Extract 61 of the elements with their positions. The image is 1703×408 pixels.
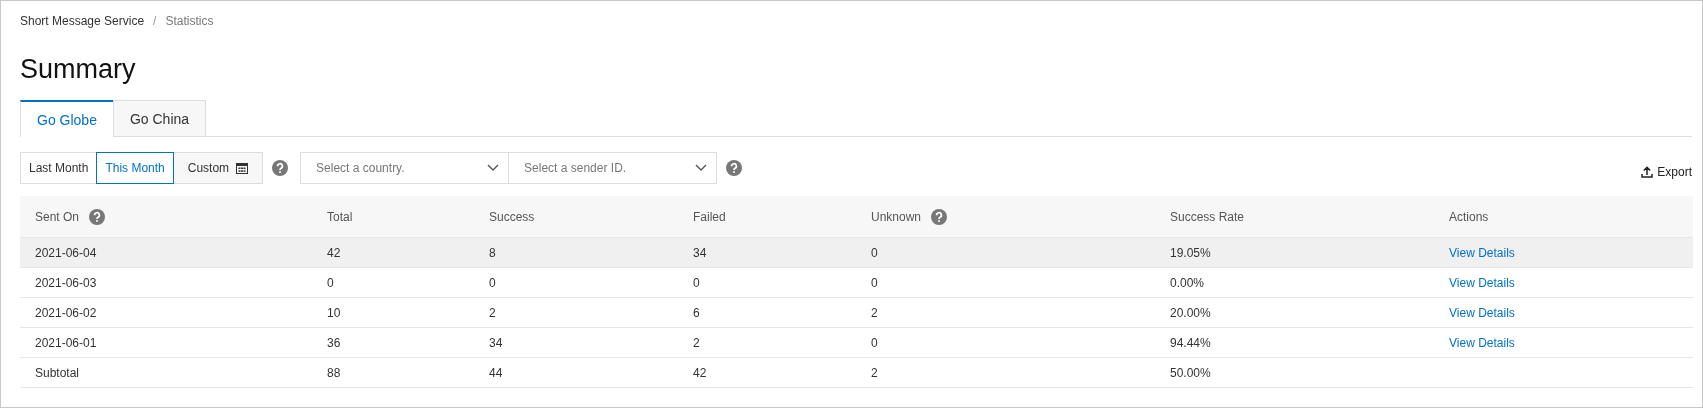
view-details-link[interactable]: View Details [1449,245,1515,260]
period-button[interactable]: Custom [172,152,264,184]
column-header: Total [327,209,353,224]
table-cell: 2021-06-03 [35,275,97,290]
table-cell: 19.05% [1170,245,1211,260]
export-button[interactable]: Export [1641,165,1692,179]
table-cell: 34 [693,245,707,260]
period-button[interactable]: Last Month [20,152,98,184]
country-select[interactable]: Select a country. [300,152,510,184]
table-cell: 2 [693,335,700,350]
table-cell: 0 [871,335,878,350]
help-icon[interactable] [89,208,106,225]
table-cell: 0 [871,275,878,290]
breadcrumb-link[interactable]: Statistics [165,14,214,28]
column-header: Actions [1449,209,1489,224]
table-cell: 20.00% [1170,305,1211,320]
table-cell: 94.44% [1170,335,1211,350]
table-cell: 2021-06-04 [35,245,97,260]
help-icon[interactable] [726,160,743,176]
table-cell: 2 [489,305,496,320]
table-cell: 2021-06-01 [35,335,97,350]
table-cell: 0 [871,245,878,260]
view-details-link[interactable]: View Details [1449,275,1515,290]
view-details-link[interactable]: View Details [1449,305,1515,320]
breadcrumb-separator: / [153,14,157,28]
table-cell: 0 [327,275,334,290]
table-cell: 34 [489,335,503,350]
table-cell: 44 [489,365,503,380]
table-cell: 88 [327,365,341,380]
table-cell: 42 [693,365,707,380]
column-header: Success [489,209,535,224]
table-cell: 0 [693,275,700,290]
column-header: Unknown [871,209,922,224]
tab[interactable]: Go Globe [20,100,114,137]
help-icon[interactable] [931,208,948,225]
sender-select[interactable]: Select a sender ID. [508,152,718,184]
table-cell: 6 [693,305,700,320]
table-cell: Subtotal [35,365,80,380]
table-cell: 8 [489,245,496,260]
column-header: Failed [693,209,726,224]
table-cell: 0 [489,275,496,290]
page-title: Summary [20,53,137,86]
help-icon[interactable] [272,160,289,176]
table-cell: 0.00% [1170,275,1205,290]
period-button[interactable]: This Month [96,152,174,184]
column-header: Success Rate [1170,209,1245,224]
breadcrumb-link[interactable]: Short Message Service [20,14,145,28]
table-cell: 42 [327,245,341,260]
tab[interactable]: Go China [112,100,207,136]
table-cell: 2021-06-02 [35,305,97,320]
upload-icon [1641,166,1654,178]
table-cell: 2 [871,365,878,380]
calendar-icon [236,162,249,174]
table-cell: 10 [327,305,341,320]
table-cell: 50.00% [1170,365,1211,380]
column-header: Sent On [35,209,80,224]
chevron-down-icon [695,164,708,172]
table-cell: 2 [871,305,878,320]
table-cell: 36 [327,335,341,350]
view-details-link[interactable]: View Details [1449,335,1515,350]
chevron-down-icon [487,164,500,172]
